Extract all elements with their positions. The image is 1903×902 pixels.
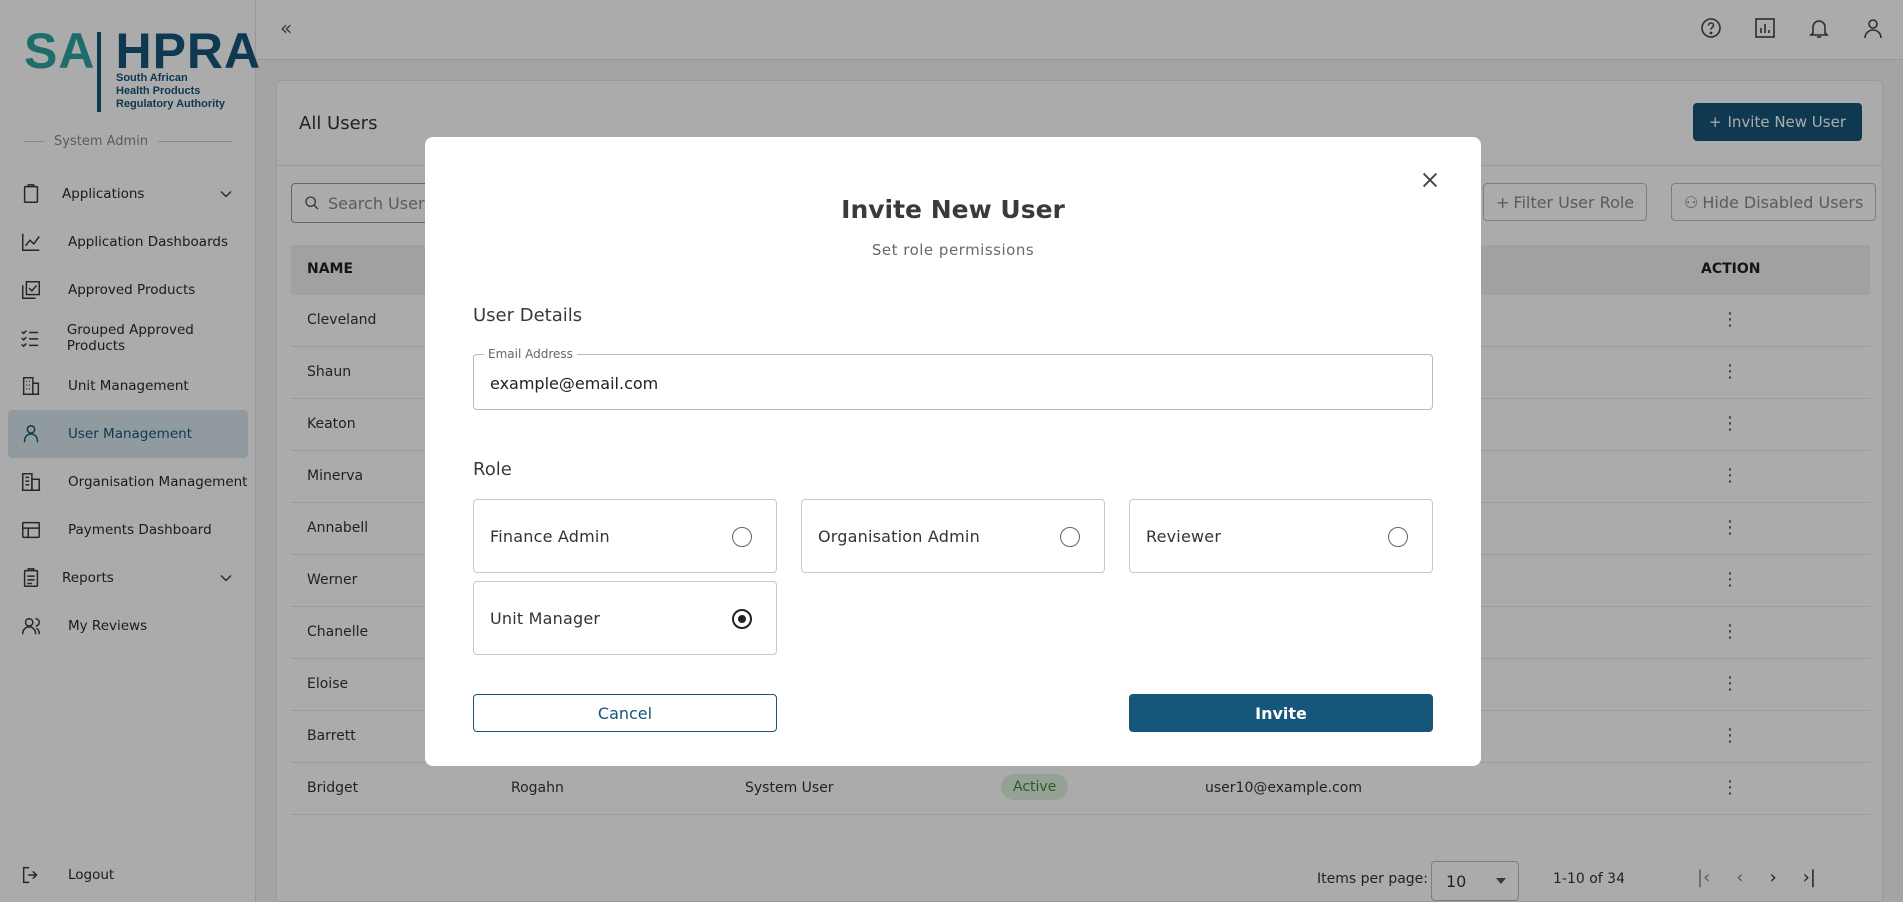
role-heading: Role xyxy=(473,459,512,480)
cancel-button[interactable]: Cancel xyxy=(473,694,777,732)
invite-button[interactable]: Invite xyxy=(1129,694,1433,732)
role-option-reviewer[interactable]: Reviewer xyxy=(1129,499,1433,573)
role-option-organisation-admin[interactable]: Organisation Admin xyxy=(801,499,1105,573)
dialog-title: Invite New User xyxy=(841,195,1065,224)
invite-user-dialog: Invite New User Set role permissions Use… xyxy=(425,137,1481,766)
radio-button[interactable] xyxy=(1060,527,1080,547)
dialog-subtitle: Set role permissions xyxy=(871,241,1035,259)
close-icon[interactable] xyxy=(1419,169,1441,191)
radio-button[interactable] xyxy=(732,527,752,547)
email-field[interactable]: Email Address example@email.com xyxy=(473,347,1433,410)
role-option-unit-manager[interactable]: Unit Manager xyxy=(473,581,777,655)
radio-button[interactable] xyxy=(1388,527,1408,547)
role-option-finance-admin[interactable]: Finance Admin xyxy=(473,499,777,573)
user-details-heading: User Details xyxy=(473,305,583,326)
radio-button-selected[interactable] xyxy=(732,609,752,629)
